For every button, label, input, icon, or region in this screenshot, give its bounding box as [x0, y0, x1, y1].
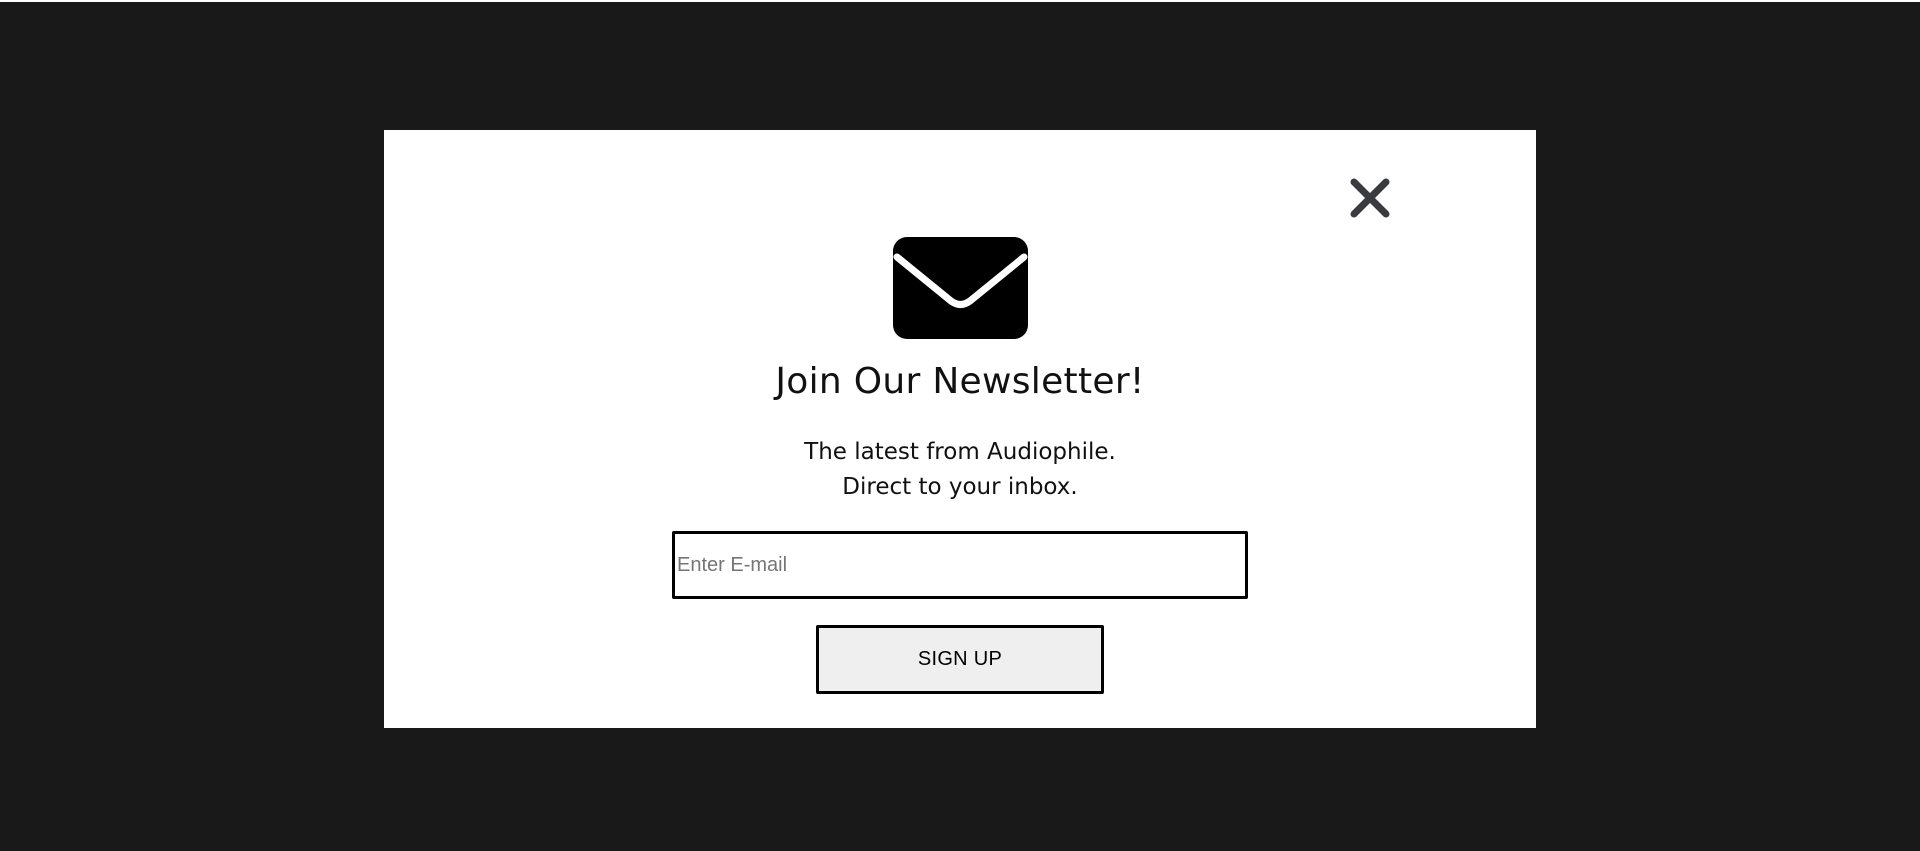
close-icon — [1350, 178, 1390, 218]
signup-button[interactable]: SIGN UP — [816, 625, 1104, 694]
subtitle-line-2: Direct to your inbox. — [842, 474, 1078, 500]
newsletter-title: Join Our Newsletter! — [775, 361, 1145, 402]
email-input[interactable] — [672, 531, 1248, 599]
newsletter-subtitle: The latest from Audiophile. Direct to yo… — [384, 435, 1536, 505]
newsletter-modal: Join Our Newsletter! The latest from Aud… — [384, 130, 1536, 728]
close-button[interactable] — [1345, 173, 1395, 223]
envelope-icon — [893, 237, 1028, 339]
subtitle-line-1: The latest from Audiophile. — [804, 439, 1116, 465]
top-edge-line — [0, 0, 1920, 2]
